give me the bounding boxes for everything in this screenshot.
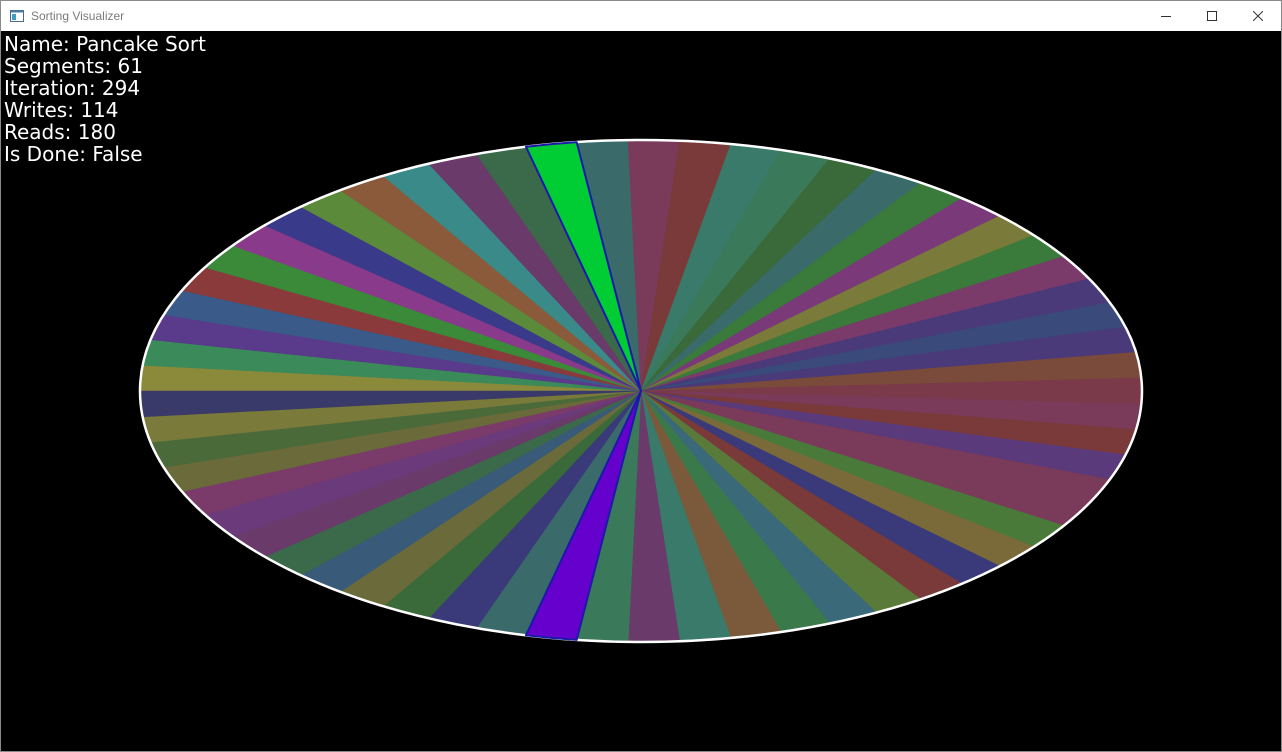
algorithm-name: Name: Pancake Sort (4, 32, 206, 56)
app-window: Sorting Visualizer Name: Pancake Sort Se… (0, 0, 1282, 752)
close-icon (1253, 11, 1263, 21)
title-bar[interactable]: Sorting Visualizer (1, 1, 1281, 31)
minimize-icon (1161, 11, 1171, 21)
maximize-icon (1207, 11, 1217, 21)
stats-panel: Name: Pancake Sort Segments: 61 Iteratio… (4, 33, 206, 165)
writes-count: Writes: 114 (4, 98, 119, 122)
close-button[interactable] (1235, 1, 1281, 31)
iteration-count: Iteration: 294 (4, 76, 141, 100)
segments-count: Segments: 61 (4, 54, 143, 78)
reads-count: Reads: 180 (4, 120, 116, 144)
maximize-button[interactable] (1189, 1, 1235, 31)
visualizer-canvas: Name: Pancake Sort Segments: 61 Iteratio… (1, 31, 1281, 751)
app-window-icon (10, 9, 24, 22)
done-status: Is Done: False (4, 142, 143, 166)
window-title: Sorting Visualizer (31, 9, 125, 23)
minimize-button[interactable] (1143, 1, 1189, 31)
